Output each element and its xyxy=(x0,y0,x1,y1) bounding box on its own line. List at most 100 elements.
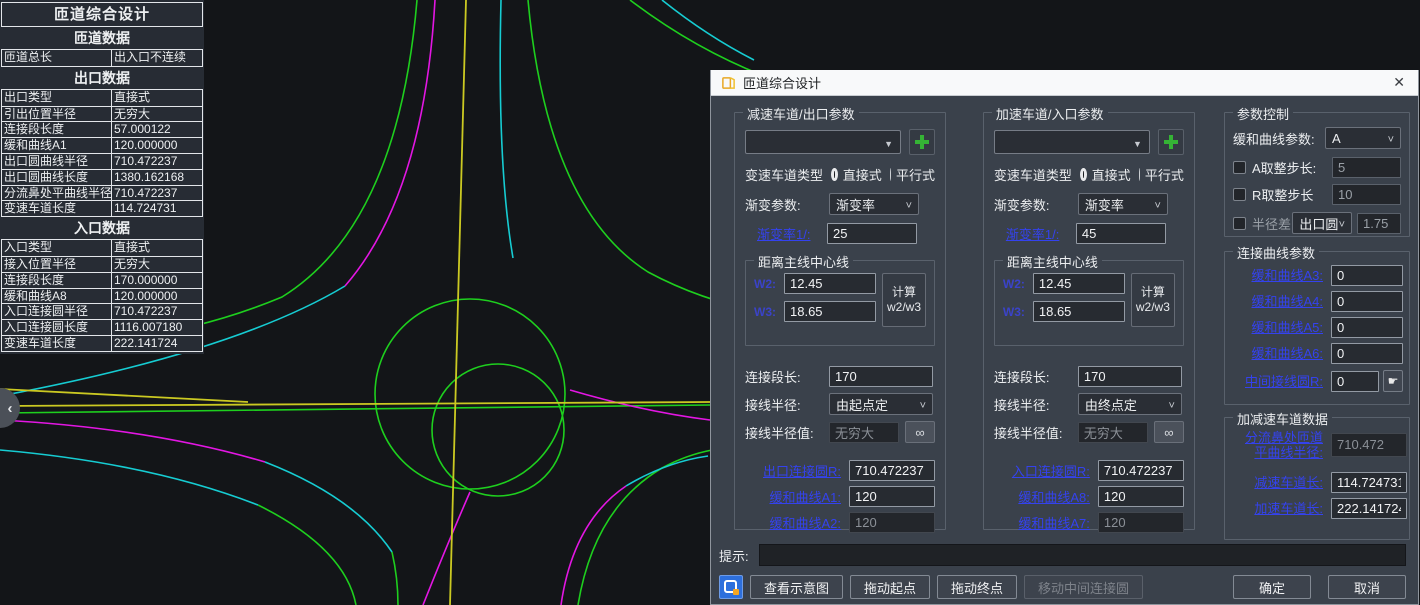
accel-taper-select[interactable]: 渐变率 xyxy=(1078,193,1168,215)
radius-diff-label: 半径差 xyxy=(1252,214,1292,233)
nose-radius-link[interactable]: 分流鼻处匝道 平曲线半径: xyxy=(1231,430,1323,460)
table-cell-label: 变速车道长度 xyxy=(2,201,112,216)
drag-start-button[interactable]: 拖动起点 xyxy=(850,575,930,599)
spiral-a4-input[interactable] xyxy=(1331,291,1403,312)
table-cell-label: 引出位置半径 xyxy=(2,107,112,122)
table-cell-label: 入口连接圆长度 xyxy=(2,320,112,335)
decel-spiral-a1-input[interactable] xyxy=(849,486,935,507)
decel-radio-direct[interactable] xyxy=(831,168,838,181)
chevron-left-icon: ‹ xyxy=(8,400,13,417)
ok-button[interactable]: 确定 xyxy=(1233,575,1311,599)
r-step-input[interactable] xyxy=(1332,184,1401,205)
decel-spiral-a2-input xyxy=(849,512,935,533)
decel-exit-circle-input[interactable] xyxy=(849,460,935,481)
accel-spiral-a8-link[interactable]: 缓和曲线A8: xyxy=(994,487,1090,506)
decel-taper-select[interactable]: 渐变率 xyxy=(829,193,919,215)
decel-radius-mode-select[interactable]: 由起点定 xyxy=(829,393,933,415)
spiral-a5-input[interactable] xyxy=(1331,317,1403,338)
radius-diff-checkbox[interactable] xyxy=(1233,217,1246,230)
cancel-button[interactable]: 取消 xyxy=(1328,575,1406,599)
table-row: 出口圆曲线半径710.472237 xyxy=(2,153,202,169)
table-cell-value: 无穷大 xyxy=(112,107,202,122)
accel-w3-input[interactable] xyxy=(1033,301,1125,322)
accel-segment-input[interactable] xyxy=(1078,366,1182,387)
accel-radius-mode-select[interactable]: 由终点定 xyxy=(1078,393,1182,415)
pick-hand-icon[interactable]: ☛ xyxy=(1383,370,1403,392)
table-cell-label: 匝道总长 xyxy=(2,50,112,66)
dialog-body: 减速车道/出口参数 变速车道类型 直接式 平行式 渐变参数: xyxy=(711,96,1418,540)
preview-window-button[interactable] xyxy=(719,575,743,599)
decel-add-button[interactable] xyxy=(909,129,935,155)
accel-add-button[interactable] xyxy=(1158,129,1184,155)
decel-w2-input[interactable] xyxy=(784,273,876,294)
a-step-checkbox[interactable] xyxy=(1233,161,1246,174)
dropdown-arrow-icon xyxy=(884,135,893,150)
accel-radius-value-input xyxy=(1078,422,1148,443)
table-row: 出口圆曲线长度1380.162168 xyxy=(2,169,202,185)
accel-length-input[interactable] xyxy=(1331,498,1407,519)
spiral-a3-input[interactable] xyxy=(1331,265,1403,286)
radius-diff-select[interactable]: 出口圆 xyxy=(1292,212,1352,234)
decel-exit-circle-link[interactable]: 出口连接圆R: xyxy=(745,461,841,480)
decel-length-input[interactable] xyxy=(1331,472,1407,493)
table-cell-value: 无穷大 xyxy=(112,257,202,272)
spiral-a6-link[interactable]: 缓和曲线A6: xyxy=(1231,346,1323,361)
chevron-down-icon xyxy=(1168,397,1174,412)
decel-infinity-button[interactable]: ∞ xyxy=(905,421,935,443)
radius-diff-input[interactable] xyxy=(1357,213,1401,234)
accel-distance-group: 距离主线中心线 W2: W3: 计算 w2/w3 xyxy=(994,260,1184,346)
close-icon[interactable]: ✕ xyxy=(1390,74,1408,91)
table-cell-value: 170.000000 xyxy=(112,273,202,288)
accel-rate-input[interactable] xyxy=(1076,223,1166,244)
spiral-a4-link[interactable]: 缓和曲线A4: xyxy=(1231,294,1323,309)
accel-infinity-button[interactable]: ∞ xyxy=(1154,421,1184,443)
spiral-param-select[interactable]: A xyxy=(1325,127,1401,149)
spiral-a5-link[interactable]: 缓和曲线A5: xyxy=(1231,320,1323,335)
table-cell-value: 710.472237 xyxy=(112,154,202,169)
tip-input xyxy=(759,544,1406,566)
spiral-a3-link[interactable]: 缓和曲线A3: xyxy=(1231,268,1323,283)
dialog-titlebar[interactable]: 匝道综合设计 ✕ xyxy=(711,70,1418,96)
accel-group-label: 加速车道/入口参数 xyxy=(992,104,1108,123)
accel-spiral-a7-link[interactable]: 缓和曲线A7: xyxy=(994,513,1090,532)
accel-radio-direct[interactable] xyxy=(1080,168,1087,181)
accel-length-link[interactable]: 加速车道长: xyxy=(1231,501,1323,516)
accel-spiral-a8-input[interactable] xyxy=(1098,486,1184,507)
table-section-rows: 匝道总长出入口不连续 xyxy=(1,49,203,67)
spiral-a6-input[interactable] xyxy=(1331,343,1403,364)
ramp-design-dialog: 匝道综合设计 ✕ 减速车道/出口参数 变速车道类型 直接式 xyxy=(710,70,1419,605)
decel-spiral-a1-link[interactable]: 缓和曲线A1: xyxy=(745,487,841,506)
table-cell-value: 直接式 xyxy=(112,240,202,256)
accel-entrance-circle-input[interactable] xyxy=(1098,460,1184,481)
accel-rate-link[interactable]: 渐变率1/: xyxy=(1006,224,1076,243)
accel-lane-combobox[interactable] xyxy=(994,130,1150,154)
chevron-down-icon xyxy=(920,397,926,412)
decel-segment-input[interactable] xyxy=(829,366,933,387)
table-cell-label: 入口连接圆半径 xyxy=(2,304,112,319)
accel-entrance-circle-link[interactable]: 入口连接圆R: xyxy=(994,461,1090,480)
table-section-header: 出口数据 xyxy=(1,68,203,88)
decel-calc-w2w3-button[interactable]: 计算 w2/w3 xyxy=(882,273,926,327)
view-sketch-button[interactable]: 查看示意图 xyxy=(750,575,843,599)
lane-data-group: 加减速车道数据 分流鼻处匝道 平曲线半径: 减速车道长: 加速车道长: xyxy=(1224,417,1410,540)
decel-spiral-a2-link[interactable]: 缓和曲线A2: xyxy=(745,513,841,532)
decel-length-link[interactable]: 减速车道长: xyxy=(1231,475,1323,490)
mid-circle-input[interactable] xyxy=(1331,371,1379,392)
drag-end-button[interactable]: 拖动终点 xyxy=(937,575,1017,599)
table-cell-value: 710.472237 xyxy=(112,186,202,201)
decel-lane-combobox[interactable] xyxy=(745,130,901,154)
decel-rate-link[interactable]: 渐变率1/: xyxy=(757,224,827,243)
r-step-checkbox[interactable] xyxy=(1233,188,1246,201)
decel-radio-parallel-label: 平行式 xyxy=(896,165,935,184)
a-step-input[interactable] xyxy=(1332,157,1401,178)
mid-circle-link[interactable]: 中间接线圆R: xyxy=(1231,374,1323,389)
accel-calc-w2w3-button[interactable]: 计算 w2/w3 xyxy=(1131,273,1175,327)
table-cell-label: 缓和曲线A8 xyxy=(2,289,112,304)
decel-radio-parallel[interactable] xyxy=(890,168,891,181)
table-row: 缓和曲线A8120.000000 xyxy=(2,288,202,304)
accel-radio-parallel[interactable] xyxy=(1139,168,1140,181)
accel-w2-input[interactable] xyxy=(1033,273,1125,294)
decel-w3-input[interactable] xyxy=(784,301,876,322)
table-row: 连接段长度170.000000 xyxy=(2,272,202,288)
decel-rate-input[interactable] xyxy=(827,223,917,244)
